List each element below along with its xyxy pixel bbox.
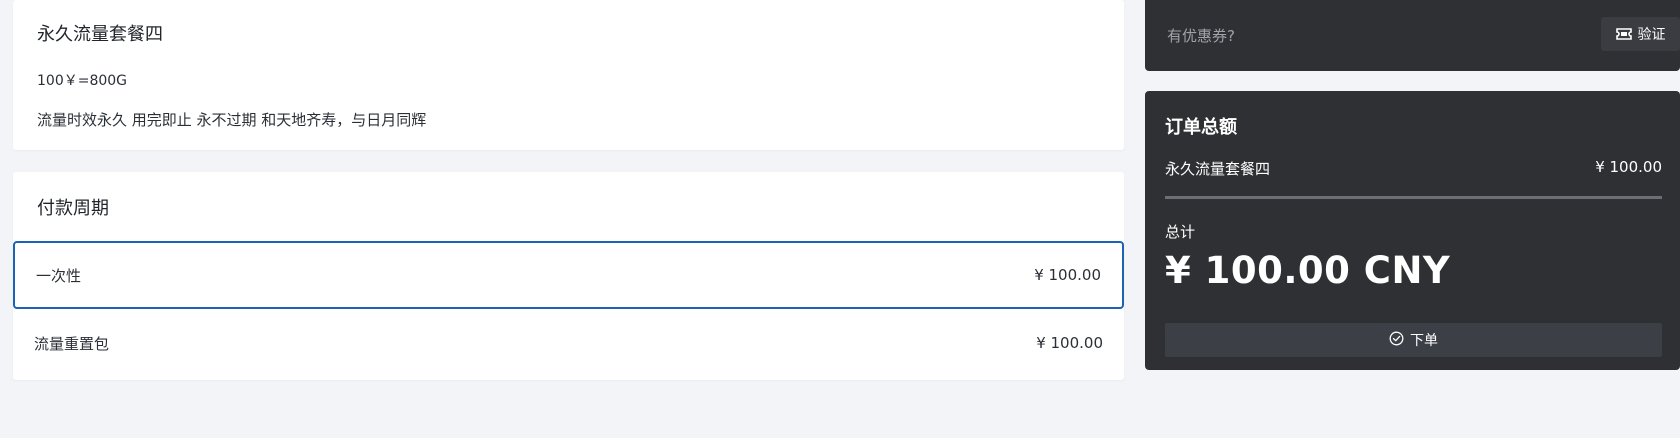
order-summary-card: 订单总额 永久流量套餐四 ¥ 100.00 总计 ¥ 100.00 CNY 下单 [1145,91,1680,370]
place-order-button[interactable]: 下单 [1165,323,1662,357]
period-option-price: ¥ 100.00 [1036,334,1103,352]
coupon-card: 验证 [1145,0,1680,71]
ticket-icon [1615,28,1632,40]
payment-period-card: 付款周期 一次性 ¥ 100.00 流量重置包 ¥ 100.00 [13,172,1124,380]
plan-title: 永久流量套餐四 [37,24,163,45]
summary-divider [1165,196,1662,199]
summary-item-price: ¥ 100.00 [1595,158,1662,176]
payment-period-heading: 付款周期 [37,198,109,219]
period-option-one-time[interactable]: 一次性 ¥ 100.00 [13,241,1124,309]
period-option-price: ¥ 100.00 [1034,266,1101,284]
verify-button[interactable]: 验证 [1601,17,1680,51]
order-summary-heading: 订单总额 [1165,117,1237,138]
coupon-input[interactable] [1165,22,1549,50]
plan-card: 永久流量套餐四 100￥=800G 流量时效永久 用完即止 永不过期 和天地齐寿… [13,0,1124,150]
total-amount: ¥ 100.00 CNY [1165,249,1451,292]
right-column: 验证 订单总额 永久流量套餐四 ¥ 100.00 总计 ¥ 100.00 CNY… [1145,0,1680,370]
verify-label: 验证 [1637,27,1666,43]
plan-description: 流量时效永久 用完即止 永不过期 和天地齐寿，与日月同辉 [37,111,427,129]
summary-item-name: 永久流量套餐四 [1165,160,1271,178]
period-option-label: 一次性 [36,266,82,285]
check-circle-icon [1389,331,1404,350]
left-column: 永久流量套餐四 100￥=800G 流量时效永久 用完即止 永不过期 和天地齐寿… [13,0,1124,380]
plan-price: 100￥=800G [37,73,128,89]
place-order-label: 下单 [1410,333,1438,349]
period-option-label: 流量重置包 [34,334,110,353]
checkout-page: 永久流量套餐四 100￥=800G 流量时效永久 用完即止 永不过期 和天地齐寿… [0,0,1680,438]
total-label: 总计 [1165,223,1196,241]
period-option-reset-pack[interactable]: 流量重置包 ¥ 100.00 [13,309,1124,377]
